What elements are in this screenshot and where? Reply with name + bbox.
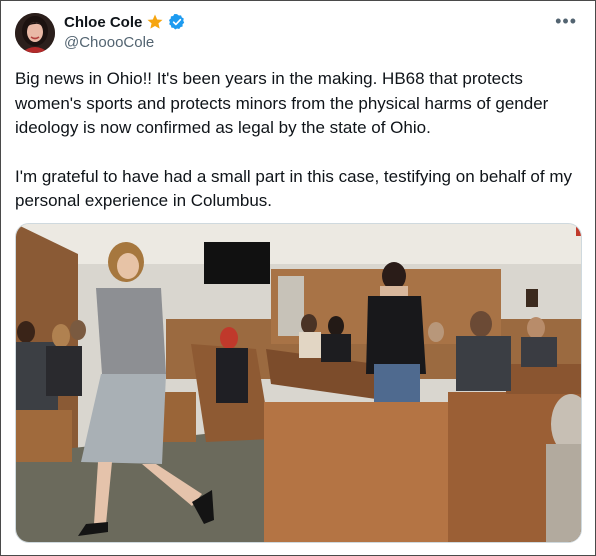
more-options-icon[interactable]: ••• — [555, 12, 577, 30]
author-display-name[interactable]: Chloe Cole — [64, 14, 142, 31]
author-avatar[interactable] — [15, 13, 55, 53]
tweet-photo[interactable] — [15, 223, 582, 543]
tweet-card: Chloe Cole @ChoooCole ••• Big news in Oh… — [0, 0, 596, 556]
author-handle[interactable]: @ChoooCole — [64, 34, 154, 51]
courtroom-photo-icon — [16, 224, 581, 542]
tweet-text: Big news in Ohio!! It's been years in th… — [15, 67, 581, 214]
tweet-paragraph: I'm grateful to have had a small part in… — [15, 166, 572, 211]
tweet-paragraph: Big news in Ohio!! It's been years in th… — [15, 69, 549, 137]
star-icon — [147, 14, 163, 29]
verified-check-icon — [169, 14, 185, 30]
profile-photo-icon — [15, 13, 55, 53]
